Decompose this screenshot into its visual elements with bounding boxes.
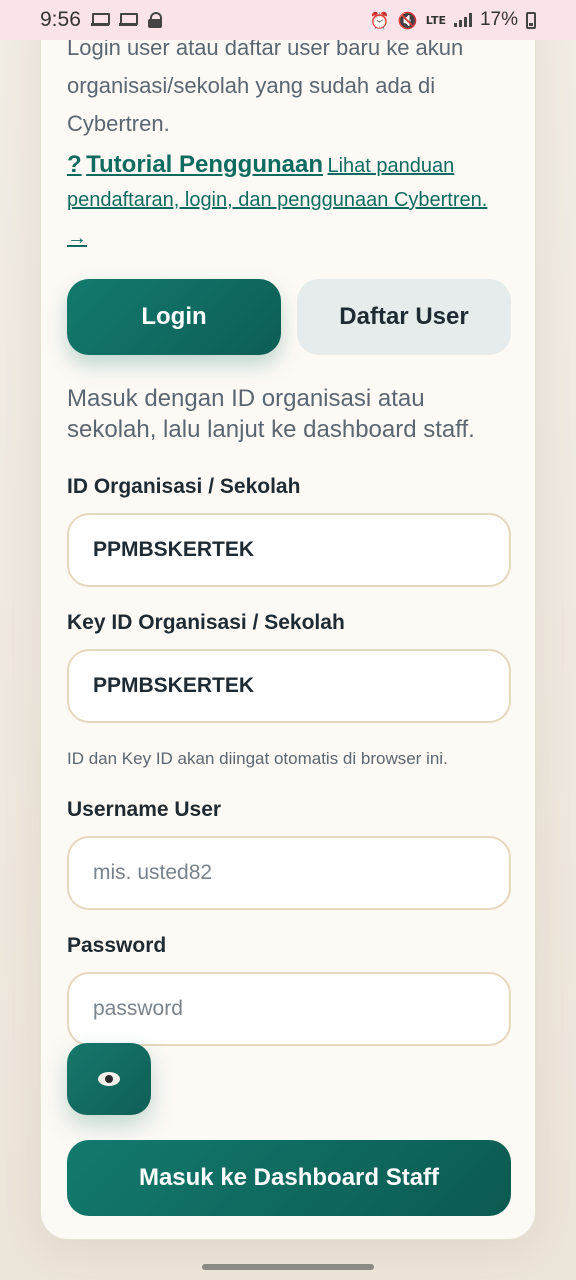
- auth-tabs: Login Daftar User: [67, 279, 511, 355]
- org-id-label: ID Organisasi / Sekolah: [67, 475, 301, 498]
- key-id-field[interactable]: PPMBSKERTEK: [67, 649, 511, 723]
- status-bar: 9:56 ⏰ 🔇 LTE 17%: [0, 0, 576, 40]
- form-subtitle: Masuk dengan ID organisasi atau sekolah,…: [67, 385, 475, 443]
- login-card: Login user atau daftar user baru ke akun…: [40, 0, 536, 1240]
- network-type: LTE: [425, 13, 446, 27]
- username-input[interactable]: mis. usted82: [67, 836, 511, 910]
- tutorial-title: Tutorial Penggunaan: [86, 151, 324, 178]
- battery-icon: [526, 11, 536, 29]
- help-icon: ?: [67, 151, 82, 178]
- remember-hint: ID dan Key ID akan diingat otomatis di b…: [67, 749, 448, 768]
- toggle-password-button[interactable]: [67, 1043, 151, 1115]
- arrow-right-icon: →: [67, 227, 87, 249]
- intro-text: Login user atau daftar user baru ke akun…: [67, 35, 464, 136]
- mute-icon: 🔇: [397, 10, 418, 30]
- tutorial-link[interactable]: ? Tutorial Penggunaan Lihat panduan pend…: [67, 149, 517, 254]
- alarm-icon: ⏰: [369, 10, 390, 30]
- tab-register[interactable]: Daftar User: [297, 279, 511, 355]
- key-id-label: Key ID Organisasi / Sekolah: [67, 611, 345, 634]
- lock-icon: [147, 12, 165, 28]
- screen-mirror-icon: [90, 12, 110, 28]
- tab-login[interactable]: Login: [67, 279, 281, 355]
- status-bar-left: 9:56: [40, 8, 165, 32]
- username-label: Username User: [67, 798, 222, 821]
- screen-mirror-icon: [118, 12, 138, 28]
- org-id-field[interactable]: PPMBSKERTEK: [67, 513, 511, 587]
- submit-button[interactable]: Masuk ke Dashboard Staff: [67, 1140, 511, 1216]
- password-label: Password: [67, 934, 167, 957]
- signal-icon: [453, 13, 472, 27]
- eye-icon: [98, 1072, 120, 1086]
- status-bar-right: ⏰ 🔇 LTE 17%: [370, 9, 536, 31]
- status-time: 9:56: [40, 8, 81, 31]
- home-indicator[interactable]: [202, 1264, 374, 1270]
- battery-percentage: 17%: [479, 9, 518, 30]
- password-input[interactable]: password: [67, 972, 511, 1046]
